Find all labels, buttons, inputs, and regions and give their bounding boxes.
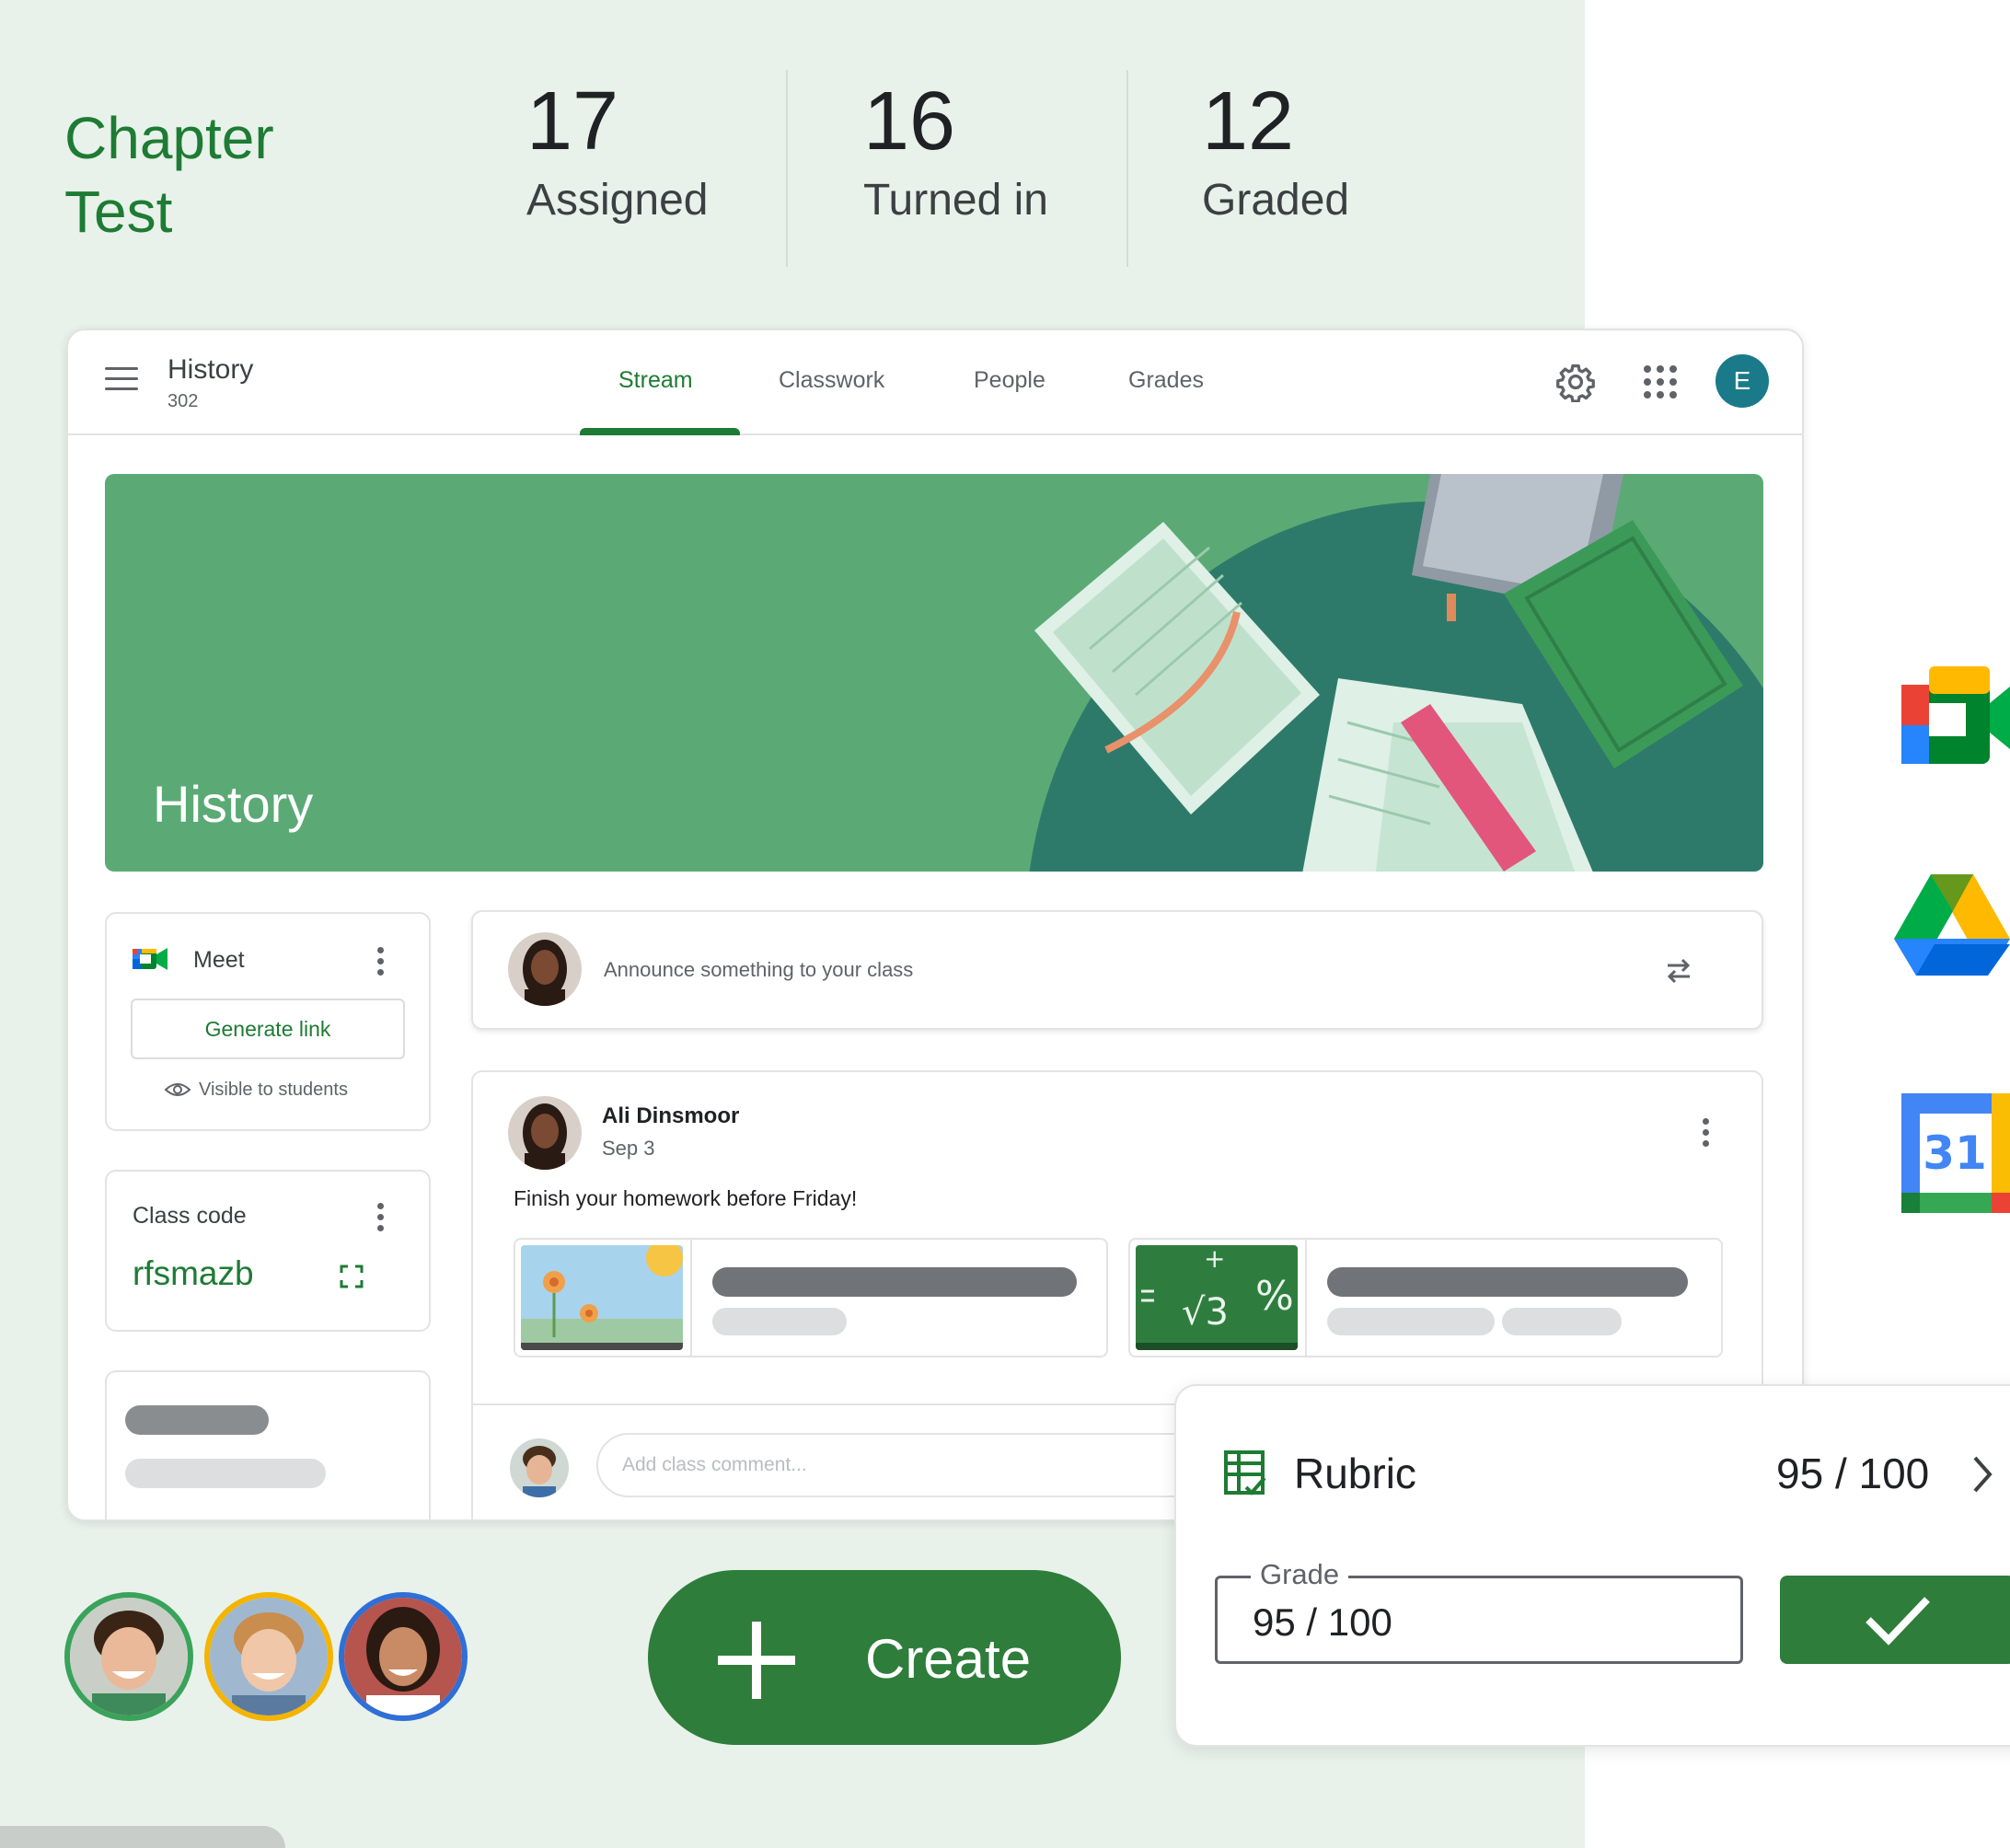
placeholder-widget bbox=[105, 1370, 431, 1519]
announce-box[interactable]: Announce something to your class bbox=[471, 910, 1763, 1030]
grade-label: Grade bbox=[1251, 1558, 1349, 1591]
placeholder-bar bbox=[1502, 1308, 1622, 1335]
meet-widget: Meet Generate link Visible to students bbox=[105, 912, 431, 1131]
google-drive-icon bbox=[1894, 874, 2010, 976]
create-label: Create bbox=[865, 1628, 1032, 1690]
google-calendar-icon: 31 bbox=[1901, 1093, 2010, 1213]
author-avatar bbox=[508, 1096, 582, 1170]
confirm-grade-button[interactable] bbox=[1780, 1576, 2010, 1664]
generate-link-button[interactable]: Generate link bbox=[131, 999, 405, 1059]
check-icon bbox=[1866, 1597, 1930, 1646]
tab-classwork[interactable]: Classwork bbox=[779, 367, 884, 394]
apps-grid-icon[interactable] bbox=[1644, 365, 1677, 398]
menu-icon[interactable] bbox=[105, 367, 138, 393]
stat-value: 16 bbox=[863, 75, 956, 167]
class-name[interactable]: History bbox=[168, 354, 253, 386]
student-avatar bbox=[204, 1592, 333, 1721]
assignment-title: Chapter Test bbox=[64, 105, 274, 245]
calendar-date: 31 bbox=[1923, 1126, 1987, 1180]
expand-icon[interactable] bbox=[339, 1264, 364, 1289]
post-date: Sep 3 bbox=[602, 1137, 655, 1160]
attachment-card[interactable]: √3 % + bbox=[1128, 1238, 1723, 1357]
classroom-window: History 302 Stream Classwork People Grad… bbox=[66, 329, 1804, 1521]
more-options-icon[interactable] bbox=[1703, 1118, 1710, 1148]
google-meet-icon bbox=[1901, 666, 2010, 764]
books-illustration bbox=[1029, 474, 1763, 872]
tab-people[interactable]: People bbox=[974, 367, 1045, 394]
tab-stream[interactable]: Stream bbox=[618, 367, 693, 394]
more-options-icon[interactable] bbox=[377, 1203, 385, 1232]
rubric-score: 95 / 100 bbox=[1776, 1450, 1930, 1497]
placeholder-bar bbox=[125, 1459, 326, 1488]
grade-value[interactable]: 95 / 100 bbox=[1253, 1600, 1392, 1645]
placeholder-bar bbox=[1327, 1308, 1495, 1335]
student-avatar bbox=[64, 1592, 193, 1721]
stat-turned-in: 16 Turned in bbox=[863, 74, 1048, 228]
visibility-note: Visible to students bbox=[199, 1080, 348, 1100]
stat-label: Graded bbox=[1202, 176, 1350, 225]
top-app-bar: History 302 Stream Classwork People Grad… bbox=[68, 330, 1802, 435]
math-video-thumbnail: √3 % + bbox=[1136, 1245, 1298, 1350]
student-avatar bbox=[339, 1592, 468, 1721]
rubric-icon bbox=[1224, 1450, 1266, 1496]
class-banner: History bbox=[105, 474, 1763, 872]
placeholder-bar bbox=[712, 1308, 847, 1335]
create-button[interactable]: Create bbox=[648, 1570, 1121, 1745]
meet-label: Meet bbox=[193, 947, 245, 973]
stat-label: Assigned bbox=[526, 176, 709, 225]
stat-label: Turned in bbox=[863, 176, 1048, 225]
class-code-value: rfsmazb bbox=[133, 1254, 254, 1292]
teacher-avatar bbox=[508, 932, 582, 1006]
chevron-right-icon[interactable] bbox=[1970, 1454, 1995, 1495]
class-code-widget: Class code rfsmazb bbox=[105, 1170, 431, 1332]
flowers-video-thumbnail bbox=[521, 1245, 683, 1350]
attachment-card[interactable] bbox=[514, 1238, 1108, 1357]
stat-divider bbox=[1126, 70, 1128, 267]
more-options-icon[interactable] bbox=[377, 947, 385, 976]
stat-value: 17 bbox=[526, 75, 619, 167]
svg-text:√3: √3 bbox=[1182, 1291, 1229, 1334]
rubric-label: Rubric bbox=[1294, 1450, 1416, 1497]
grade-input[interactable]: Grade 95 / 100 bbox=[1215, 1558, 1743, 1664]
eye-icon bbox=[164, 1083, 191, 1096]
stat-assigned: 17 Assigned bbox=[526, 74, 708, 228]
divider bbox=[1305, 1240, 1307, 1356]
post-author: Ali Dinsmoor bbox=[602, 1103, 740, 1128]
stat-divider bbox=[786, 70, 788, 267]
plus-icon bbox=[718, 1622, 795, 1699]
scrollbar[interactable] bbox=[0, 1826, 285, 1848]
class-section: 302 bbox=[168, 391, 199, 411]
tab-grades[interactable]: Grades bbox=[1128, 367, 1204, 394]
rubric-panel: Rubric 95 / 100 Grade 95 / 100 bbox=[1174, 1384, 2010, 1747]
announce-placeholder[interactable]: Announce something to your class bbox=[604, 958, 913, 982]
account-avatar[interactable]: E bbox=[1715, 354, 1769, 408]
placeholder-bar bbox=[125, 1405, 269, 1435]
placeholder-bar bbox=[712, 1267, 1077, 1297]
gear-icon[interactable] bbox=[1555, 362, 1596, 402]
repost-icon[interactable] bbox=[1662, 953, 1695, 989]
divider bbox=[690, 1240, 692, 1356]
post-body: Finish your homework before Friday! bbox=[514, 1186, 858, 1210]
banner-title: History bbox=[153, 775, 314, 833]
stat-graded: 12 Graded bbox=[1202, 74, 1349, 228]
class-code-label: Class code bbox=[133, 1203, 247, 1229]
svg-text:%: % bbox=[1255, 1273, 1294, 1320]
active-tab-indicator bbox=[580, 428, 740, 435]
placeholder-bar bbox=[1327, 1267, 1688, 1297]
stat-value: 12 bbox=[1202, 75, 1295, 167]
student-avatar bbox=[510, 1438, 569, 1497]
meet-icon bbox=[133, 948, 168, 970]
svg-text:+: + bbox=[1204, 1245, 1225, 1274]
